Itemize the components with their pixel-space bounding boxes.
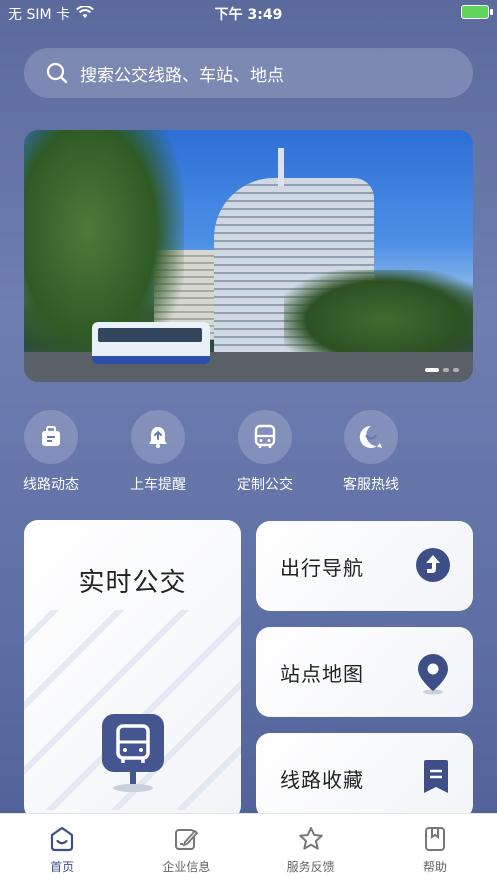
bus-pin-icon bbox=[102, 714, 164, 798]
tab-label: 首页 bbox=[50, 860, 75, 874]
station-map-card[interactable]: 站点地图 bbox=[256, 627, 473, 717]
quick-nav-label: 上车提醒 bbox=[130, 477, 186, 493]
bottom-tab-bar: 首页 企业信息 服务反馈 帮助 bbox=[0, 813, 497, 883]
bell-icon bbox=[131, 410, 185, 464]
realtime-bus-card[interactable]: 实时公交 bbox=[24, 520, 241, 820]
quick-nav-label: 客服热线 bbox=[343, 477, 399, 493]
home-icon bbox=[51, 826, 74, 852]
quick-nav-custom-bus[interactable]: 定制公交 bbox=[225, 410, 305, 494]
book-icon bbox=[424, 827, 445, 851]
carousel-indicator bbox=[425, 368, 459, 372]
tab-label: 服务反馈 bbox=[286, 860, 335, 874]
tab-home[interactable]: 首页 bbox=[12, 826, 112, 875]
card-title: 出行导航 bbox=[280, 556, 364, 580]
quick-nav-line-status[interactable]: 线路动态 bbox=[11, 410, 91, 494]
quick-nav-label: 线路动态 bbox=[23, 477, 79, 493]
search-icon bbox=[46, 62, 68, 84]
chat-smile-icon bbox=[344, 410, 398, 464]
bookmark-icon bbox=[421, 759, 451, 799]
star-icon bbox=[298, 827, 323, 850]
tab-help[interactable]: 帮助 bbox=[385, 826, 485, 875]
briefcase-icon bbox=[24, 410, 78, 464]
quick-nav-hotline[interactable]: 客服热线 bbox=[331, 410, 411, 494]
bus-graphic bbox=[92, 322, 210, 364]
card-title: 线路收藏 bbox=[280, 768, 364, 792]
status-time: 下午 3:49 bbox=[214, 7, 283, 23]
search-input[interactable]: 搜索公交线路、车站、地点 bbox=[24, 48, 473, 98]
edit-icon bbox=[175, 829, 199, 850]
search-placeholder: 搜索公交线路、车站、地点 bbox=[80, 65, 284, 86]
tab-label: 企业信息 bbox=[162, 860, 211, 874]
quick-nav-label: 定制公交 bbox=[237, 477, 293, 493]
banner-carousel[interactable] bbox=[24, 130, 473, 382]
card-title: 站点地图 bbox=[280, 662, 364, 686]
bus-icon bbox=[238, 410, 292, 464]
battery-icon bbox=[461, 5, 493, 19]
status-bar: 无 SIM 卡 下午 3:49 bbox=[0, 0, 497, 28]
tab-feedback[interactable]: 服务反馈 bbox=[261, 826, 361, 875]
tab-company-info[interactable]: 企业信息 bbox=[136, 826, 236, 875]
quick-nav-boarding-reminder[interactable]: 上车提醒 bbox=[118, 410, 198, 494]
favorites-card[interactable]: 线路收藏 bbox=[256, 733, 473, 819]
navigation-card[interactable]: 出行导航 bbox=[256, 521, 473, 611]
card-title: 实时公交 bbox=[78, 568, 187, 598]
map-pin-icon bbox=[415, 653, 451, 699]
tab-label: 帮助 bbox=[422, 860, 447, 874]
navigation-arrow-icon bbox=[415, 547, 451, 587]
